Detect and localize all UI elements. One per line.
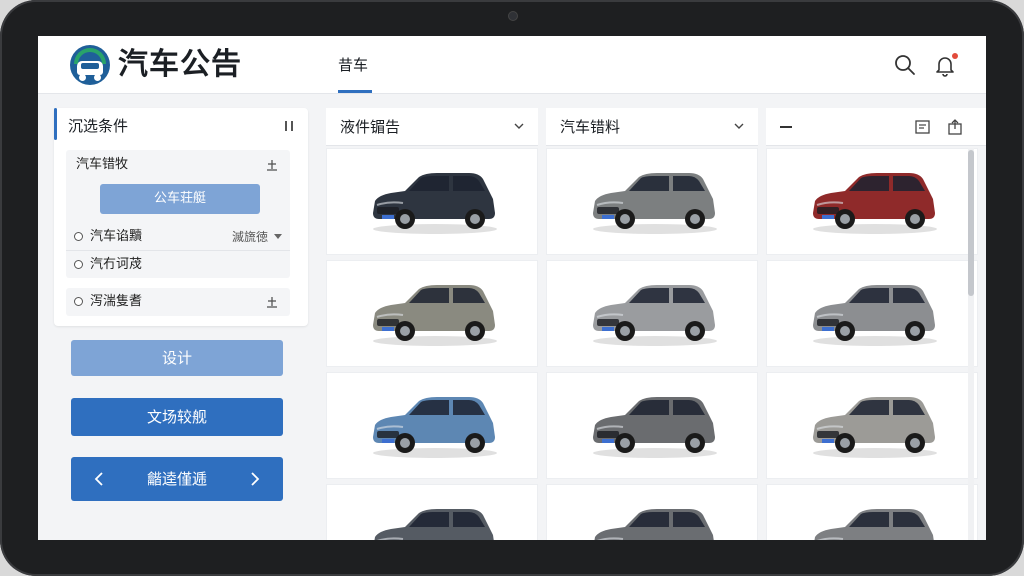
filter-row[interactable]: 泻湍隻耆	[66, 288, 290, 316]
radio-label: 汽车谄黷	[90, 229, 143, 244]
car-card[interactable]	[326, 260, 538, 367]
radio-button[interactable]	[74, 297, 83, 306]
car-card[interactable]	[766, 260, 978, 367]
car-image	[813, 285, 937, 346]
car-image	[373, 397, 497, 458]
plus-icon[interactable]	[266, 159, 278, 171]
radio-label: 汽冇诃荗	[90, 257, 143, 272]
chevron-down-icon[interactable]	[274, 234, 282, 239]
search-icon[interactable]	[892, 52, 918, 78]
car-card[interactable]	[326, 484, 538, 540]
filter-panel: 沉选条件 汽车错牧 公车荘艇 汽车谄黷 滅旒徳 汽冇诃荗 泻湍隻耆	[54, 108, 308, 326]
pager-button[interactable]: 龤逵僅逓	[71, 457, 283, 501]
car-image	[373, 285, 497, 346]
scrollbar-thumb[interactable]	[968, 150, 974, 296]
divider	[66, 250, 290, 251]
list-edit-icon[interactable]	[914, 118, 932, 136]
car-card[interactable]	[326, 372, 538, 479]
car-card[interactable]	[766, 484, 978, 540]
radio-row[interactable]: 泻湍隻耆	[66, 289, 290, 315]
radio-button[interactable]	[74, 232, 83, 241]
radio-row[interactable]: 汽车谄黷 滅旒徳	[66, 224, 290, 250]
car-card[interactable]	[326, 148, 538, 255]
chevron-down-icon[interactable]	[514, 122, 524, 130]
car-card[interactable]	[546, 260, 758, 367]
car-image	[813, 173, 937, 234]
filter-title: 沉选条件	[68, 117, 129, 135]
car-image	[373, 173, 497, 234]
radio-row[interactable]: 汽冇诃荗	[66, 252, 290, 278]
car-logo-icon	[70, 45, 110, 85]
filter-group: 汽车错牧 公车荘艇 汽车谄黷 滅旒徳 汽冇诃荗	[66, 150, 290, 278]
group-option-button[interactable]: 公车荘艇	[100, 184, 260, 214]
car-image	[813, 397, 937, 458]
pager-label: 龤逵僅逓	[146, 470, 207, 488]
column-title: 汽车错料	[560, 118, 621, 136]
column-header[interactable]: 液件镅告	[326, 108, 538, 146]
car-image	[374, 509, 494, 540]
nav-tab[interactable]: 昔车	[338, 54, 368, 76]
tablet-frame: 汽车公告 昔车 沉选条件 汽车错牧 公车荘艇 汽车谄黷 滅旒徳 汽冇诃荗 泻湍隻…	[0, 0, 1024, 576]
car-image	[594, 509, 714, 540]
car-card[interactable]	[766, 372, 978, 479]
plus-icon[interactable]	[266, 296, 278, 308]
export-icon[interactable]	[946, 118, 964, 136]
radio-label: 泻湍隻耆	[90, 294, 143, 309]
car-card[interactable]	[546, 148, 758, 255]
car-card[interactable]	[766, 148, 978, 255]
chevron-left-icon[interactable]	[91, 470, 109, 488]
car-image	[593, 173, 717, 234]
chevron-down-icon[interactable]	[734, 122, 744, 130]
column-header	[766, 108, 986, 146]
screen: 汽车公告 昔车 沉选条件 汽车错牧 公车荘艇 汽车谄黷 滅旒徳 汽冇诃荗 泻湍隻…	[38, 36, 986, 540]
filter-accent-bar	[54, 108, 57, 140]
radio-button[interactable]	[74, 260, 83, 269]
column-title: 液件镅告	[340, 118, 401, 136]
design-button[interactable]: 设计	[71, 340, 283, 376]
minus-icon[interactable]	[780, 126, 792, 128]
group-title: 汽车错牧	[76, 157, 129, 172]
car-image	[593, 285, 717, 346]
dropdown-value[interactable]: 滅旒徳	[232, 229, 268, 245]
compare-button[interactable]: 文场较舰	[71, 398, 283, 436]
app-title: 汽车公告	[118, 47, 242, 82]
camera-dot	[509, 12, 517, 20]
car-card[interactable]	[546, 372, 758, 479]
car-card[interactable]	[546, 484, 758, 540]
car-image	[593, 397, 717, 458]
car-image	[814, 509, 934, 540]
chevron-right-icon[interactable]	[245, 470, 263, 488]
column-header[interactable]: 汽车错料	[546, 108, 758, 146]
pause-icon[interactable]	[284, 120, 294, 132]
app-header: 汽车公告 昔车	[38, 36, 986, 94]
nav-tab-underline	[338, 90, 372, 93]
notification-dot	[952, 53, 958, 59]
